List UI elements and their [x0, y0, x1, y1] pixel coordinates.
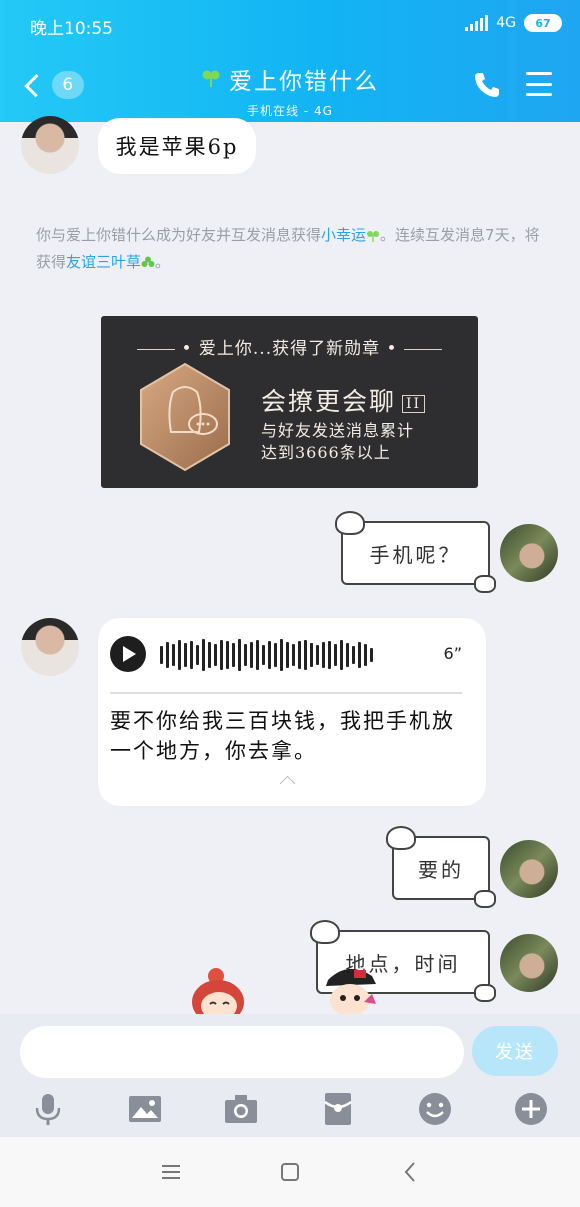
message-bubble[interactable]: 手机呢？ [335, 511, 496, 593]
microphone-icon[interactable] [31, 1092, 65, 1126]
my-avatar[interactable] [500, 840, 558, 898]
battery-level: 67 [535, 16, 551, 30]
emoji-icon[interactable] [418, 1092, 452, 1126]
clover-link[interactable]: 友谊三叶草 [66, 253, 141, 271]
waveform [160, 638, 373, 672]
camera-icon[interactable] [224, 1092, 258, 1126]
medal-header: • 爱上你...获得了新勋章 • [101, 334, 478, 359]
sprout-icon [367, 230, 380, 242]
medal-description: 与好友发送消息累计 达到3666条以上 [261, 420, 414, 464]
menu-icon[interactable] [526, 72, 552, 96]
back-button[interactable]: 6 [22, 68, 84, 102]
medal-desc-line: 与好友发送消息累计 [261, 421, 415, 440]
system-text: 你与爱上你错什么成为好友并互发消息获得 [36, 226, 322, 244]
home-icon[interactable] [277, 1159, 303, 1185]
lucky-link[interactable]: 小幸运 [321, 226, 366, 244]
system-notice: 你与爱上你错什么成为好友并互发消息获得小幸运 。连续互发消息7天，将获得友谊三叶草… [36, 222, 548, 276]
my-avatar[interactable] [500, 934, 558, 992]
medal-desc-line: 达到3666条以上 [261, 443, 391, 462]
message-text: 手机呢？ [369, 542, 462, 567]
red-packet-icon[interactable] [321, 1092, 355, 1126]
status-indicators: 4G 67 [465, 14, 562, 32]
cartoon-girl-sticker [192, 968, 244, 1016]
chevron-left-icon [24, 73, 48, 97]
message-text: 要的 [418, 857, 464, 882]
medal-name-text: 会撩更会聊 [261, 387, 397, 416]
unread-count-badge: 6 [51, 71, 84, 99]
chat-title: 爱上你错什么 [229, 69, 379, 95]
message-bubble[interactable]: 我是苹果6p [98, 118, 256, 174]
system-nav-bar [0, 1137, 580, 1207]
divider [110, 692, 462, 694]
back-nav-icon[interactable] [398, 1159, 424, 1185]
voice-duration: 6” [443, 644, 462, 663]
image-icon[interactable] [128, 1092, 162, 1126]
sprout-icon [202, 70, 220, 87]
medal-header-text: 爱上你...获得了新勋章 [198, 339, 381, 359]
recent-apps-icon[interactable] [158, 1159, 184, 1185]
online-status: 手机在线 - 4G [247, 104, 333, 118]
system-text: 。 [155, 253, 171, 271]
medal-badge-icon [140, 362, 230, 472]
collapse-chevron-icon[interactable] [279, 775, 296, 792]
status-time: 晚上10:55 [30, 19, 113, 39]
play-icon[interactable] [110, 636, 146, 672]
signal-icon [465, 15, 489, 31]
voice-transcript: 要不你给我三百块钱，我把手机放一个地方，你去拿。 [110, 709, 455, 763]
network-type: 4G [496, 15, 516, 31]
medal-name: 会撩更会聊 II [261, 382, 426, 418]
message-bubble[interactable]: 要的 [386, 826, 496, 908]
chat-title-area[interactable]: 爱上你错什么 手机在线 - 4G [150, 62, 430, 119]
medal-level: II [402, 394, 426, 413]
input-bar: 发送 [0, 1014, 580, 1137]
my-avatar[interactable] [500, 524, 558, 582]
message-text: 我是苹果6p [115, 135, 239, 159]
cartoon-boy-sticker [326, 968, 376, 1016]
message-input[interactable] [20, 1026, 464, 1078]
medal-card[interactable]: • 爱上你...获得了新勋章 • 会撩更会聊 II 与好友发送消息累计 达到366… [101, 316, 478, 488]
toolbar [0, 1090, 580, 1130]
contact-avatar[interactable] [21, 618, 79, 676]
battery-icon: 67 [524, 14, 562, 32]
phone-icon[interactable] [472, 70, 502, 100]
plus-icon[interactable] [514, 1092, 548, 1126]
voice-message-bubble[interactable]: 6” 要不你给我三百块钱，我把手机放一个地方，你去拿。 [98, 618, 486, 806]
clover-icon [141, 256, 155, 267]
contact-avatar[interactable] [21, 116, 79, 174]
chat-header: 晚上10:55 4G 67 6 爱上你错什么 手机在线 - 4G [0, 0, 580, 122]
send-button[interactable]: 发送 [472, 1026, 558, 1076]
